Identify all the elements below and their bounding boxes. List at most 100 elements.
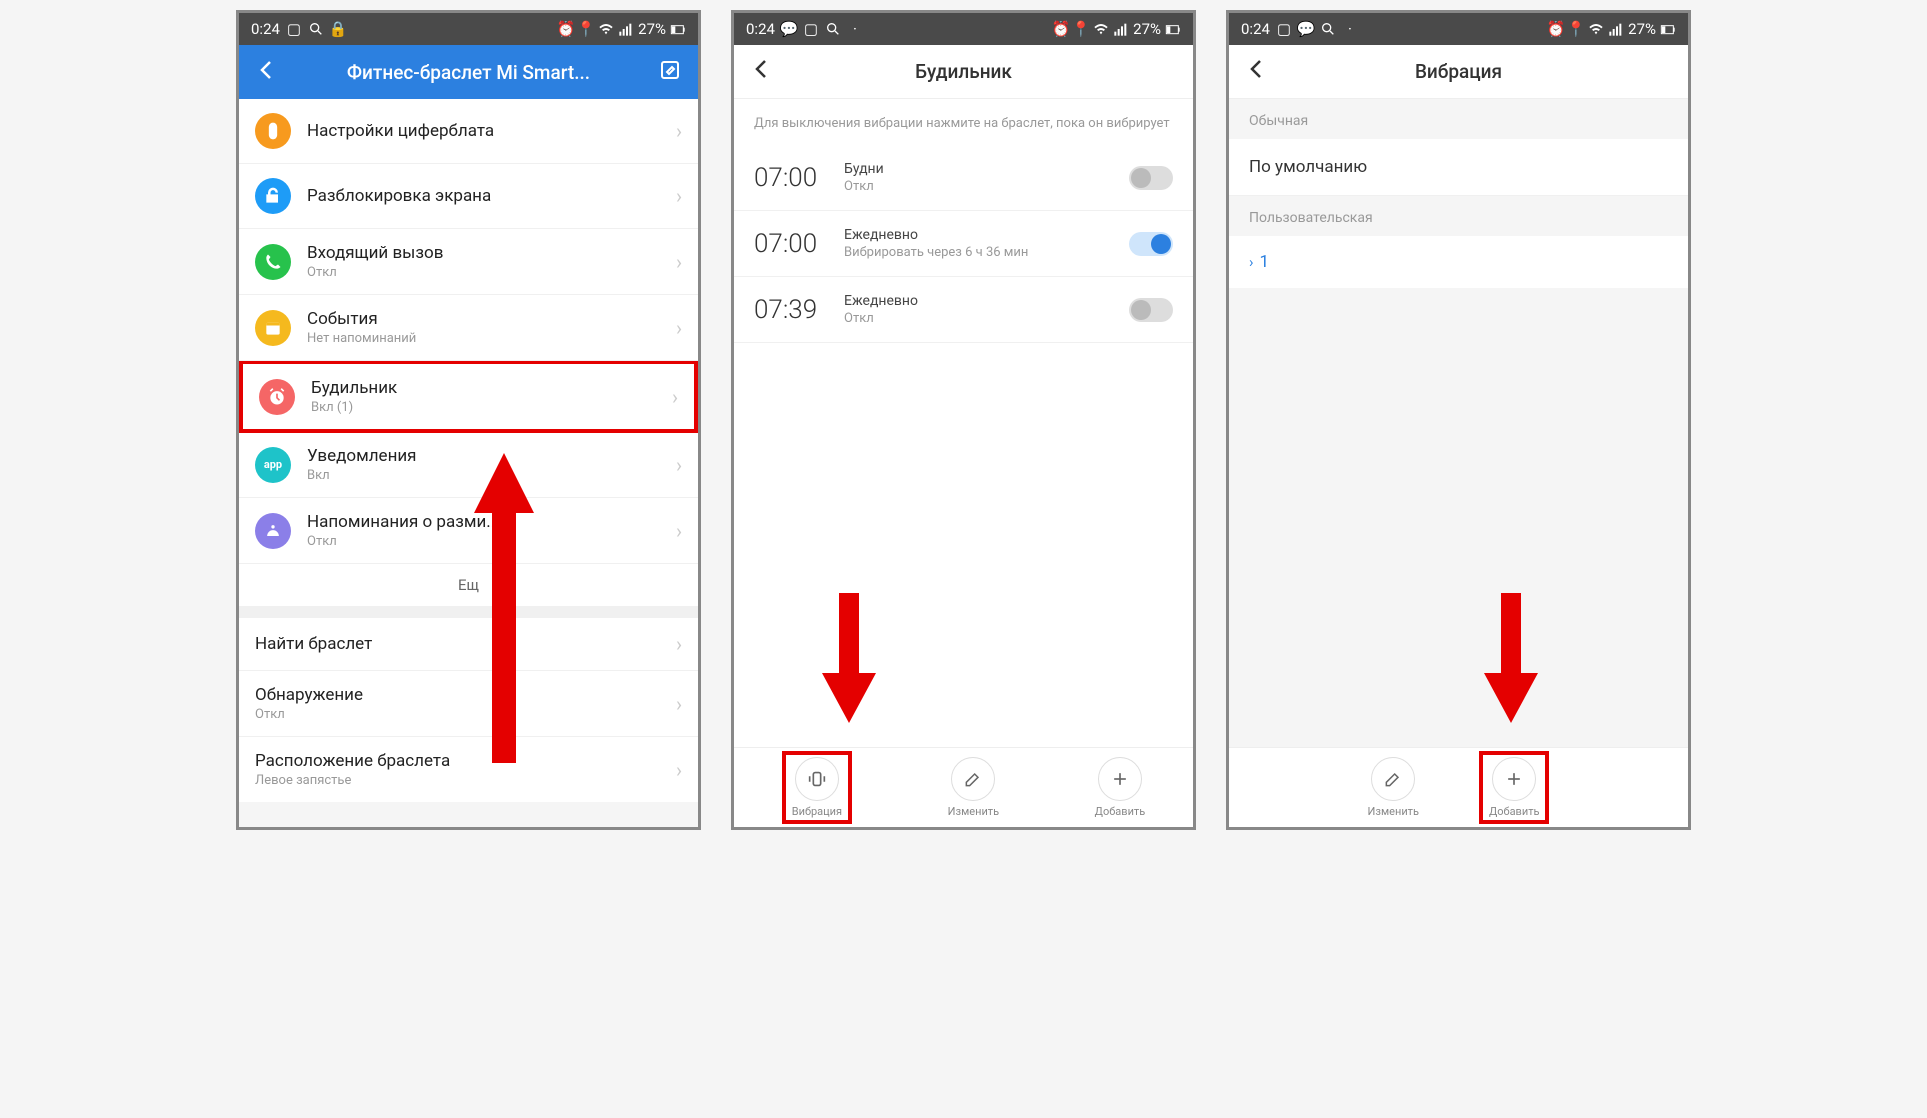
- alarm-item[interactable]: 07:39 Ежедневно Откл: [734, 277, 1193, 343]
- chevron-right-icon: ›: [676, 453, 682, 477]
- battery-icon: [670, 21, 686, 37]
- chevron-right-icon: ›: [676, 316, 682, 340]
- row-incoming-call[interactable]: Входящий вызов Откл ›: [239, 229, 698, 295]
- signal-icon: [1608, 21, 1624, 37]
- add-button[interactable]: Добавить: [1095, 757, 1146, 818]
- signal-icon: [1113, 21, 1129, 37]
- image-icon: ▢: [286, 21, 302, 37]
- alarm-item[interactable]: 07:00 Ежедневно Вибрировать через 6 ч 36…: [734, 211, 1193, 277]
- button-label: Изменить: [1368, 805, 1419, 818]
- alarm-row-highlight: Будильник Вкл (1) ›: [239, 360, 698, 433]
- status-battery: 27%: [1628, 20, 1656, 38]
- row-title: Входящий вызов: [307, 243, 676, 263]
- events-icon: [255, 310, 291, 346]
- edit-icon: [951, 757, 995, 801]
- alarm-days: Ежедневно: [844, 293, 1129, 309]
- edit-button[interactable]: Изменить: [1368, 757, 1419, 818]
- row-title: Расположение браслета: [255, 751, 676, 771]
- row-title: Разблокировка экрана: [307, 186, 676, 206]
- row-subtitle: Вкл (1): [311, 400, 672, 415]
- alarm-toggle[interactable]: [1129, 298, 1173, 322]
- row-events[interactable]: События Нет напоминаний ›: [239, 295, 698, 361]
- back-button[interactable]: [255, 58, 279, 87]
- status-time: 0:24: [251, 20, 280, 38]
- page-title: Будильник: [774, 60, 1153, 83]
- chevron-right-icon: ›: [676, 692, 682, 716]
- alarm-item[interactable]: 07:00 Будни Откл: [734, 145, 1193, 211]
- alarm-status: Откл: [844, 311, 1129, 326]
- row-notifications[interactable]: app Уведомления Вкл ›: [239, 432, 698, 498]
- row-custom-vibration-1[interactable]: › 1: [1229, 236, 1688, 288]
- status-bar: 0:24 ▢ 🔒 ⏰ 📍 27%: [239, 13, 698, 45]
- alarm-time: 07:39: [754, 295, 844, 325]
- add-button[interactable]: Добавить: [1479, 751, 1550, 824]
- alarm-icon: ⏰: [558, 21, 574, 37]
- chevron-right-icon: ›: [1249, 253, 1254, 271]
- section-header-default: Обычная: [1229, 99, 1688, 139]
- row-find-band[interactable]: Найти браслет ›: [239, 618, 698, 671]
- image-icon: ▢: [803, 21, 819, 37]
- bottom-bar: Вибрация Изменить Добавить: [734, 747, 1193, 827]
- button-label: Вибрация: [792, 805, 842, 818]
- status-time: 0:24: [1241, 20, 1270, 38]
- alarm-toggle[interactable]: [1129, 232, 1173, 256]
- row-title: Напоминания о разми...: [307, 512, 676, 532]
- chat-icon: 💬: [781, 21, 797, 37]
- alarm-time: 07:00: [754, 229, 844, 259]
- content: Для выключения вибрации нажмите на брасл…: [734, 99, 1193, 747]
- row-subtitle: Левое запястье: [255, 773, 676, 788]
- row-alarm[interactable]: Будильник Вкл (1) ›: [243, 364, 694, 429]
- row-subtitle: Откл: [307, 534, 676, 549]
- more-link[interactable]: Ещ: [239, 564, 698, 606]
- wifi-icon: [598, 21, 614, 37]
- plus-icon: [1492, 757, 1536, 801]
- row-detection[interactable]: Обнаружение Откл ›: [239, 671, 698, 737]
- button-label: Добавить: [1095, 805, 1146, 818]
- alarm-time: 07:00: [754, 163, 844, 193]
- location-icon: 📍: [1568, 21, 1584, 37]
- battery-icon: [1660, 21, 1676, 37]
- status-bar: 0:24 ▢ 💬 · ⏰ 📍 27%: [1229, 13, 1688, 45]
- vibration-icon: [795, 757, 839, 801]
- info-text: Для выключения вибрации нажмите на брасл…: [734, 99, 1193, 145]
- edit-button[interactable]: [658, 58, 682, 87]
- status-battery: 27%: [638, 20, 666, 38]
- wifi-icon: [1093, 21, 1109, 37]
- row-band-position[interactable]: Расположение браслета Левое запястье ›: [239, 737, 698, 802]
- plus-icon: [1098, 757, 1142, 801]
- row-watchface[interactable]: Настройки циферблата ›: [239, 99, 698, 164]
- screen-header: Вибрация: [1229, 45, 1688, 99]
- row-subtitle: Нет напоминаний: [307, 331, 676, 346]
- vibration-button[interactable]: Вибрация: [782, 751, 852, 824]
- watchface-icon: [255, 113, 291, 149]
- edit-icon: [1371, 757, 1415, 801]
- row-unlock[interactable]: Разблокировка экрана ›: [239, 164, 698, 229]
- row-default-vibration[interactable]: По умолчанию: [1229, 139, 1688, 196]
- back-button[interactable]: [750, 57, 774, 86]
- phone-screen-2: 0:24 💬 ▢ · ⏰ 📍 27% Будильник: [731, 10, 1196, 830]
- chevron-right-icon: ›: [676, 519, 682, 543]
- chevron-right-icon: ›: [676, 632, 682, 656]
- image-icon: ▢: [1276, 21, 1292, 37]
- alarm-status: Вибрировать через 6 ч 36 мин: [844, 245, 1129, 260]
- section-header-custom: Пользовательская: [1229, 196, 1688, 236]
- row-idle-reminder[interactable]: Напоминания о разми... Откл ›: [239, 498, 698, 564]
- signal-icon: [618, 21, 634, 37]
- search-icon: [308, 21, 324, 37]
- chevron-right-icon: ›: [676, 119, 682, 143]
- lock-icon: 🔒: [330, 21, 346, 37]
- search-icon: [1320, 21, 1336, 37]
- chevron-right-icon: ›: [676, 250, 682, 274]
- content: Обычная По умолчанию Пользовательская › …: [1229, 99, 1688, 747]
- phone-screen-1: 0:24 ▢ 🔒 ⏰ 📍 27% Фитнес-браслет Mi: [236, 10, 701, 830]
- page-title: Вибрация: [1269, 60, 1648, 83]
- alarm-toggle[interactable]: [1129, 166, 1173, 190]
- page-title: Фитнес-браслет Mi Smart...: [279, 61, 658, 84]
- row-subtitle: Откл: [307, 265, 676, 280]
- row-title: События: [307, 309, 676, 329]
- edit-button[interactable]: Изменить: [948, 757, 999, 818]
- chevron-right-icon: ›: [676, 758, 682, 782]
- back-button[interactable]: [1245, 57, 1269, 86]
- notif-icon: app: [255, 447, 291, 483]
- alarm-days: Будни: [844, 161, 1129, 177]
